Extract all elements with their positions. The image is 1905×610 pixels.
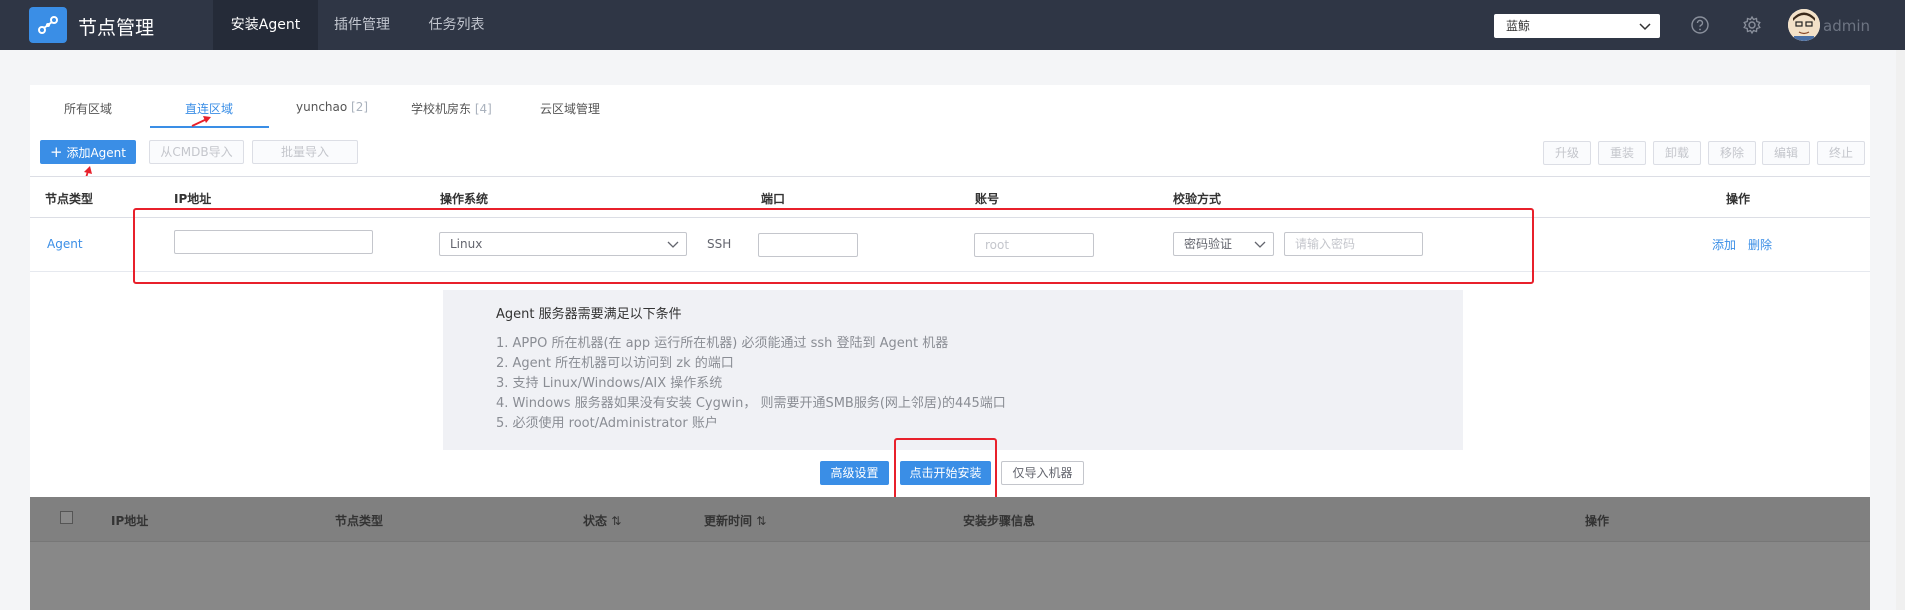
app-title: 节点管理 [78,17,155,39]
uninstall-button[interactable]: 卸载 [1653,141,1701,165]
requirement-item: 4. Windows 服务器如果没有安装 Cygwin， 则需要开通SMB服务(… [496,396,1006,411]
remove-button[interactable]: 移除 [1708,141,1756,165]
column-actions: 操作 [1585,514,1610,528]
column-ip-address: IP地址 [111,514,149,528]
requirements-panel: Agent 服务器需要满足以下条件 1. APPO 所在机器(在 app 运行所… [443,290,1463,450]
region-select[interactable]: 蓝鲸 [1494,14,1660,38]
column-port: 端口 [761,192,786,206]
tab-count: [4] [474,102,492,116]
select-all-checkbox[interactable] [60,511,73,524]
requirement-item: 2. Agent 所在机器可以访问到 zk 的端口 [496,356,734,371]
column-status[interactable]: 状态 ⇅ [583,512,621,529]
tab-count: [2] [351,100,369,114]
app-logo-icon[interactable] [29,7,67,43]
add-row-link[interactable]: 添加 [1712,236,1736,253]
reinstall-button[interactable]: 重装 [1598,141,1646,165]
edit-button[interactable]: 编辑 [1762,141,1810,165]
batch-import-button[interactable]: 批量导入 [252,140,358,164]
node-type-value[interactable]: Agent [47,237,83,251]
requirements-title: Agent 服务器需要满足以下条件 [496,307,682,322]
column-node-type: 节点类型 [335,514,384,528]
nav-tab-install-agent[interactable]: 安装Agent [213,0,318,50]
requirement-item: 5. 必须使用 root/Administrator 账户 [496,416,718,431]
username[interactable]: admin [1823,17,1870,35]
import-only-button[interactable]: 仅导入机器 [1001,461,1084,485]
column-ip-address: IP地址 [174,192,212,206]
tab-yunchao[interactable]: yunchao [2] [296,100,368,125]
column-node-type: 节点类型 [45,192,94,206]
advanced-settings-button[interactable]: 高级设置 [820,461,889,485]
tab-all-regions[interactable]: 所有区域 [64,100,112,125]
gear-icon[interactable] [1742,15,1762,35]
requirement-item: 1. APPO 所在机器(在 app 运行所在机器) 必须能通过 ssh 登陆到… [496,336,949,351]
import-from-cmdb-button[interactable]: 从CMDB导入 [149,140,244,164]
tab-school-room[interactable]: 学校机房东 [4] [411,100,492,125]
sort-icon: ⇅ [611,514,622,528]
column-install-steps: 安装步骤信息 [963,514,1036,528]
result-table-header: IP地址 节点类型 状态 ⇅ 更新时间 ⇅ 安装步骤信息 操作 [30,497,1870,541]
column-auth-method: 校验方式 [1173,192,1222,206]
add-agent-button[interactable]: + 添加Agent [40,140,136,164]
sort-icon: ⇅ [756,514,767,528]
tab-cloud-region-management[interactable]: 云区域管理 [540,100,600,125]
requirement-item: 3. 支持 Linux/Windows/AIX 操作系统 [496,376,723,391]
column-update-time[interactable]: 更新时间 ⇅ [704,512,766,529]
annotation-highlight-row [133,208,1534,284]
column-account: 账号 [975,192,1000,206]
result-table-body [30,541,1870,610]
column-actions: 操作 [1726,192,1751,206]
chevron-down-icon [1639,23,1651,31]
terminate-button[interactable]: 终止 [1817,141,1865,165]
upgrade-button[interactable]: 升级 [1543,141,1591,165]
avatar[interactable] [1788,9,1820,41]
add-agent-label: 添加Agent [66,146,126,160]
page-scrollbar[interactable] [1896,50,1905,610]
top-navbar: 节点管理 安装Agent 插件管理 任务列表 蓝鲸 admin [0,0,1905,50]
nav-tab-task-list[interactable]: 任务列表 [414,0,499,50]
nav-tab-plugin-management[interactable]: 插件管理 [322,0,402,50]
column-os: 操作系统 [440,192,489,206]
help-icon[interactable] [1690,15,1710,35]
plus-icon: + [50,143,63,161]
delete-row-link[interactable]: 删除 [1748,236,1772,253]
annotation-arrow [191,116,211,127]
region-select-value: 蓝鲸 [1506,19,1531,33]
